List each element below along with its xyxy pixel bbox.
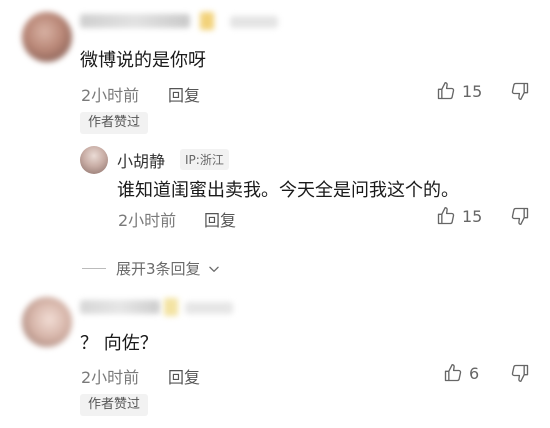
reply-reply-button[interactable]: 回复 <box>204 207 236 231</box>
reply-ip: IP:浙江 <box>180 149 229 170</box>
author-liked-badge: 作者赞过 <box>80 394 149 416</box>
username-blurred[interactable] <box>80 14 190 28</box>
comment-time: 2小时前 <box>81 368 140 387</box>
expand-divider <box>82 268 106 269</box>
like-button[interactable]: 6 <box>443 363 479 383</box>
user-tag-blurred <box>230 16 278 28</box>
reply-button[interactable]: 回复 <box>168 364 200 388</box>
dislike-button[interactable] <box>510 81 530 101</box>
reply-text: 谁知道闺蜜出卖我。今天全是问我这个的。 <box>117 180 459 201</box>
thumbs-down-icon <box>510 81 530 101</box>
chevron-down-icon <box>207 262 221 276</box>
reply-dislike-button[interactable] <box>510 206 530 226</box>
reply-time: 2小时前 <box>118 211 177 230</box>
comment-text: 微博说的是你呀 <box>80 50 206 71</box>
author-liked-badge: 作者赞过 <box>80 112 149 134</box>
like-button[interactable]: 15 <box>436 81 482 101</box>
thumbs-up-icon <box>443 363 463 383</box>
avatar[interactable] <box>22 297 72 347</box>
user-tag-blurred <box>185 302 233 314</box>
expand-replies-button[interactable]: 展开3条回复 <box>82 258 221 279</box>
dislike-button[interactable] <box>510 363 530 383</box>
thumbs-up-icon <box>436 206 456 226</box>
reply-like-button[interactable]: 15 <box>436 206 482 226</box>
user-badge-blurred <box>164 298 178 316</box>
user-badge-blurred <box>200 12 214 30</box>
reply-avatar[interactable] <box>80 146 108 174</box>
reply-like-count: 15 <box>462 206 483 226</box>
thumbs-up-icon <box>436 81 456 101</box>
like-count: 6 <box>469 363 480 383</box>
thumbs-down-icon <box>510 363 530 383</box>
comment-time: 2小时前 <box>81 86 140 105</box>
like-count: 15 <box>462 81 483 101</box>
avatar[interactable] <box>22 12 72 62</box>
comment-text: ？ 向佐？ <box>80 333 158 354</box>
reply-button[interactable]: 回复 <box>168 82 200 106</box>
thumbs-down-icon <box>510 206 530 226</box>
username-blurred[interactable] <box>80 300 160 314</box>
reply-username[interactable]: 小胡静 <box>117 148 165 172</box>
expand-label: 展开3条回复 <box>116 260 201 278</box>
